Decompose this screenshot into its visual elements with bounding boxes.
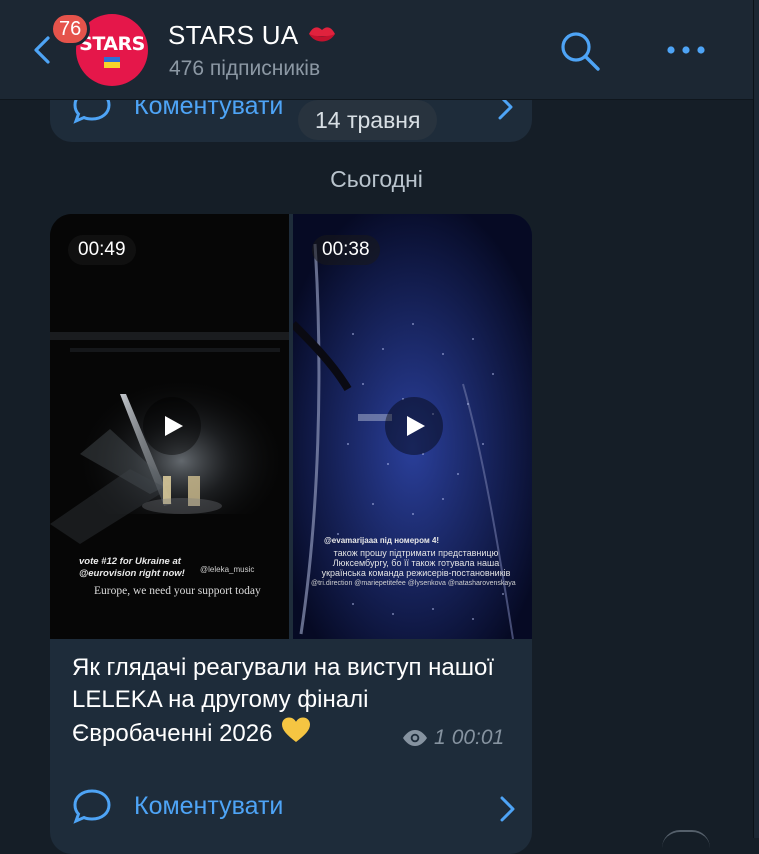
message-meta: 1 00:01 [402, 726, 504, 750]
subscriber-count: 476 підписників [169, 57, 321, 80]
overlay-footer: Europe, we need your support today [94, 585, 261, 597]
more-options-button[interactable] [664, 33, 708, 67]
yellow-heart-icon [282, 717, 311, 742]
chevron-right-icon[interactable] [496, 794, 518, 824]
panel-divider [753, 0, 759, 838]
play-icon [407, 416, 425, 436]
overlay-text: також прошу підтримати представницю Люкс… [321, 548, 511, 578]
video-thumbnail-1[interactable]: 00:49 vote #12 for Ukraine at @eurovisio… [50, 214, 289, 639]
avatar-logo-text: STARS [79, 32, 145, 55]
kiss-lips-icon [308, 27, 335, 42]
search-icon [561, 32, 600, 71]
video-duration-2: 00:38 [312, 235, 380, 265]
play-button-1[interactable] [143, 397, 201, 455]
overlay-tag: @leleka_music [200, 565, 255, 574]
play-button-2[interactable] [385, 397, 443, 455]
ukraine-flag-icon [104, 56, 120, 68]
video-thumbnail-2[interactable]: 00:38 @evamarijaaa під номером 4! також … [293, 214, 532, 639]
scroll-down-button[interactable] [662, 830, 710, 848]
unread-count-badge: 76 [50, 12, 91, 46]
day-separator: Сьогодні [330, 166, 423, 192]
message-bubble: 00:49 vote #12 for Ukraine at @eurovisio… [50, 214, 532, 854]
channel-title-text: STARS UA [168, 20, 298, 50]
channel-title[interactable]: STARS UA [168, 20, 337, 51]
search-button[interactable] [558, 29, 602, 73]
overlay-line-2: @eurovision right now! [79, 568, 185, 579]
overlay-tags: @tri.direction @mariepetitefee @lysenkov… [311, 580, 516, 587]
overlay-mention: @evamarijaaa під номером 4! [324, 536, 440, 545]
comment-label: Коментувати [134, 791, 284, 820]
comment-bubble-icon [73, 789, 111, 824]
view-count: 1 [434, 726, 446, 749]
overlay-line-1: vote #12 for Ukraine at [79, 556, 181, 567]
play-icon [165, 416, 183, 436]
date-pill: 14 травня [298, 100, 438, 140]
more-dots-icon [667, 46, 705, 54]
message-time: 00:01 [451, 726, 505, 749]
comment-button[interactable]: Коментувати [72, 788, 283, 824]
eye-icon [403, 730, 427, 746]
channel-header: 76 STARS STARS UA 476 підписників [0, 0, 759, 100]
video-duration-1: 00:49 [68, 235, 136, 265]
video-overlay-text: vote #12 for Ukraine at @eurovision righ… [79, 556, 185, 580]
